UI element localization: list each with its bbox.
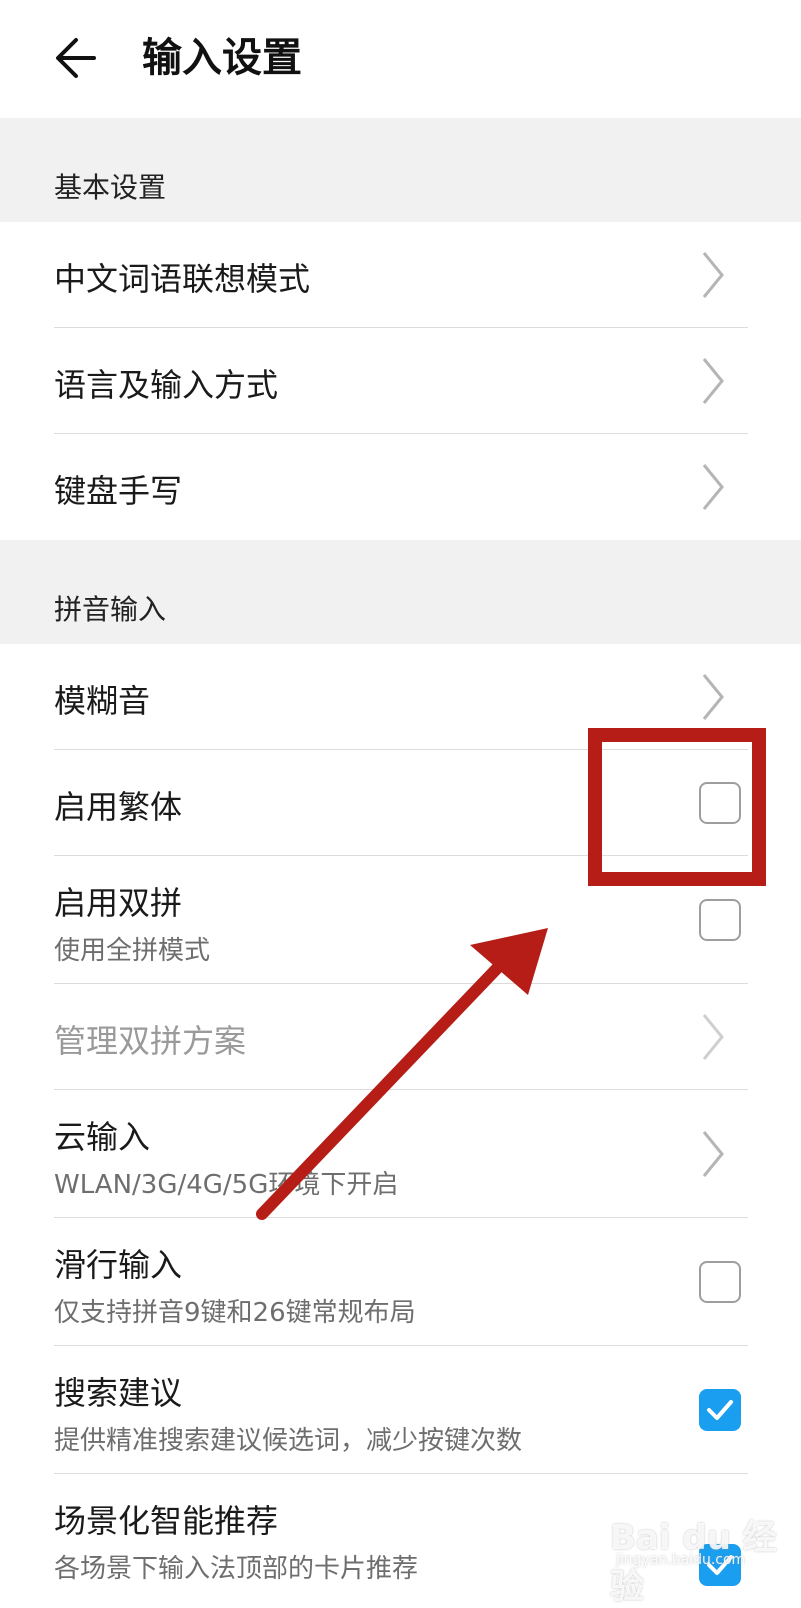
shuangpin-checkbox[interactable]	[699, 899, 741, 941]
row-swipe-input[interactable]: 滑行输入 仅支持拼音9键和26键常规布局	[0, 1218, 801, 1346]
row-search-suggestion[interactable]: 搜索建议 提供精准搜索建议候选词，减少按键次数	[0, 1346, 801, 1474]
check-icon	[707, 1400, 733, 1420]
row-cloud-input[interactable]: 云输入 WLAN/3G/4G/5G环境下开启	[0, 1090, 801, 1218]
section-label: 拼音输入	[54, 593, 167, 626]
app-header: 输入设置	[0, 0, 801, 118]
section-header-basic: 基本设置	[0, 118, 801, 222]
chevron-right-icon	[702, 1014, 724, 1060]
row-title: 滑行输入	[54, 1246, 183, 1284]
chevron-right-icon	[702, 358, 724, 404]
row-subtitle: 各场景下输入法顶部的卡片推荐	[54, 1554, 419, 1584]
back-button[interactable]	[50, 30, 110, 86]
row-title: 云输入	[54, 1118, 151, 1156]
search-suggestion-checkbox[interactable]	[699, 1389, 741, 1431]
row-subtitle: 仅支持拼音9键和26键常规布局	[54, 1298, 416, 1328]
chevron-right-icon	[702, 674, 724, 720]
watermark-sub: jingyan.baidu.com	[616, 1552, 746, 1568]
chevron-right-icon	[702, 252, 724, 298]
row-chinese-association[interactable]: 中文词语联想模式	[0, 222, 801, 328]
arrow-left-icon	[56, 38, 96, 78]
row-title: 启用繁体	[54, 788, 183, 826]
row-manage-shuangpin[interactable]: 管理双拼方案	[0, 984, 801, 1090]
row-title: 管理双拼方案	[54, 1022, 247, 1060]
row-subtitle: 使用全拼模式	[54, 936, 211, 966]
row-title: 场景化智能推荐	[54, 1502, 279, 1540]
section-header-pinyin: 拼音输入	[0, 540, 801, 644]
row-title: 键盘手写	[54, 472, 183, 510]
row-title: 中文词语联想模式	[54, 260, 311, 298]
row-subtitle: WLAN/3G/4G/5G环境下开启	[54, 1170, 399, 1200]
chevron-right-icon	[702, 1131, 724, 1177]
page-title: 输入设置	[142, 35, 302, 81]
chevron-right-icon	[702, 464, 724, 510]
section-label: 基本设置	[54, 171, 167, 204]
row-subtitle: 提供精准搜索建议候选词，减少按键次数	[54, 1426, 523, 1456]
swipe-input-checkbox[interactable]	[699, 1261, 741, 1303]
annotation-highlight-box	[588, 728, 766, 886]
row-keyboard-handwriting[interactable]: 键盘手写	[0, 434, 801, 540]
row-title: 语言及输入方式	[54, 366, 279, 404]
row-title: 启用双拼	[54, 884, 183, 922]
row-language-input[interactable]: 语言及输入方式	[0, 328, 801, 434]
row-title: 搜索建议	[54, 1374, 183, 1412]
row-title: 模糊音	[54, 682, 151, 720]
